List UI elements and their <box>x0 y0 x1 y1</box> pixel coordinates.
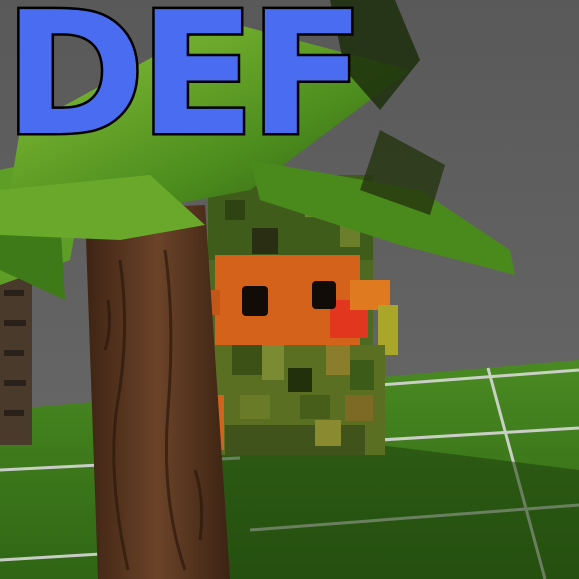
character-eye-right <box>312 281 336 309</box>
palm-tree-icon <box>85 205 230 579</box>
game-viewport[interactable]: DEF <box>0 0 579 579</box>
scene-canvas[interactable] <box>0 0 579 579</box>
background-tree-trunk <box>0 270 32 445</box>
character-eye-left <box>242 286 268 316</box>
